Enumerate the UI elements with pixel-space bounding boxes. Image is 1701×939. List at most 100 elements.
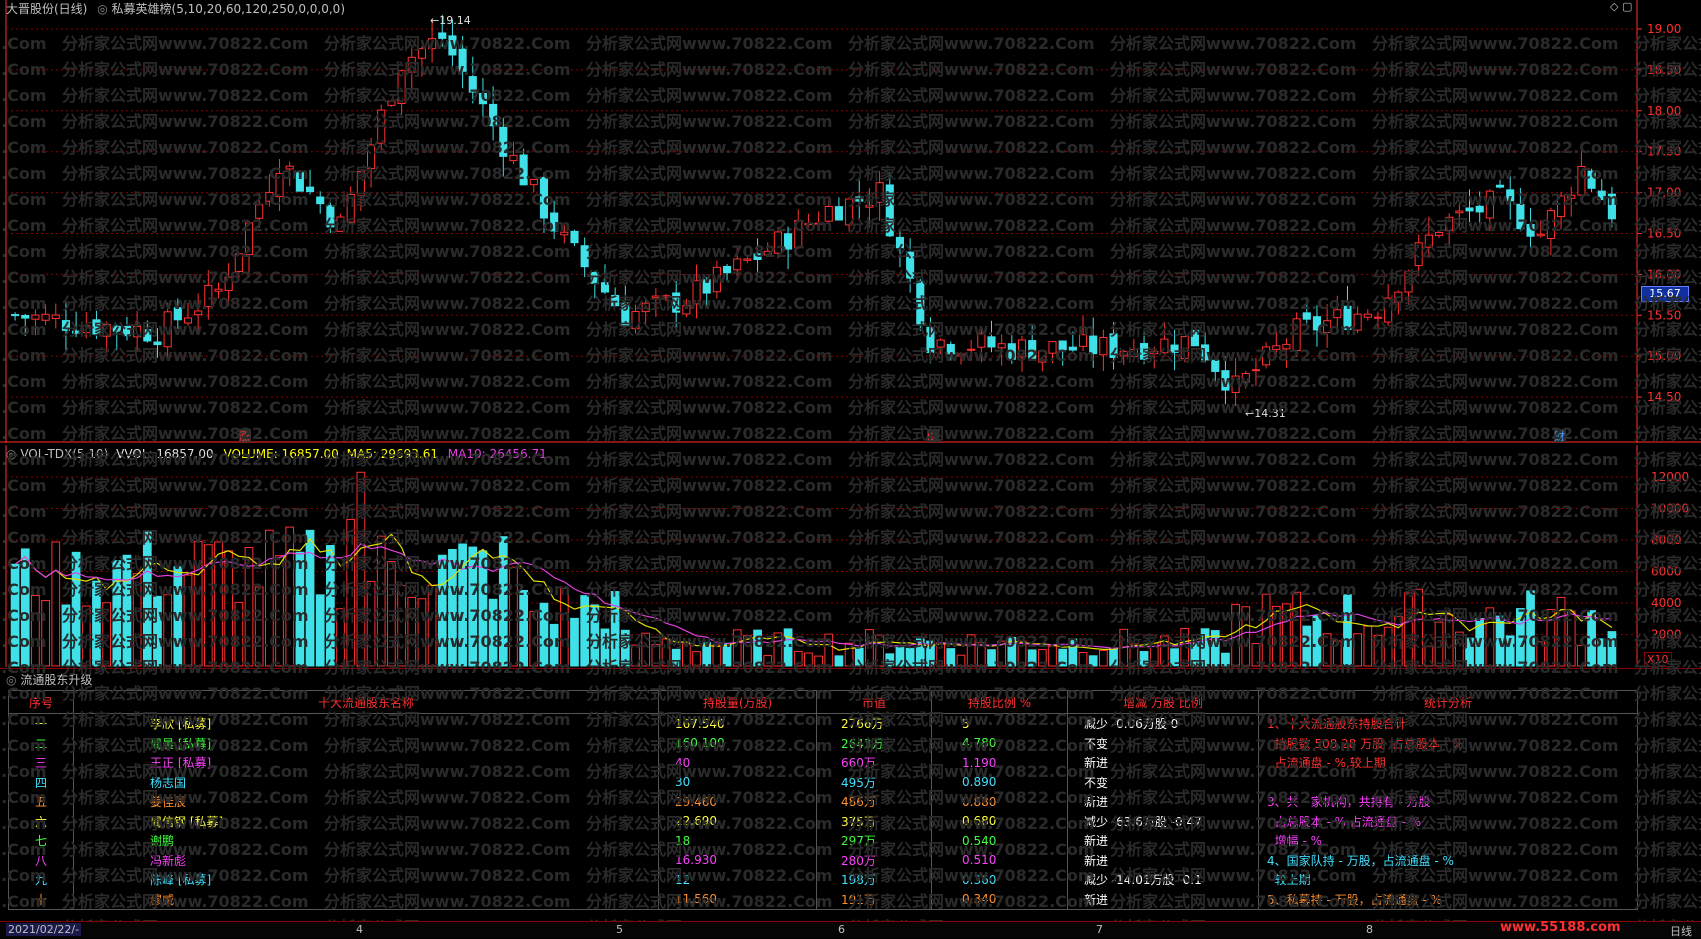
cell-value: 297万: [816, 831, 932, 851]
stock-title: 大晋股份(日线): [6, 2, 88, 16]
collapse-icon[interactable]: ◎: [6, 673, 16, 687]
ma5-value: MA5: 29693.61: [346, 447, 438, 461]
volume-panel[interactable]: 12000 10000 8000 6000 4000 2000 ◎ VOL-TDX(5,1…: [0, 445, 1701, 667]
volume-bar: [804, 652, 813, 667]
cell-no: 七: [8, 831, 74, 851]
volume-bar: [763, 655, 773, 667]
volume-bar: [10, 563, 20, 667]
volume-bar: [1302, 625, 1312, 667]
volume-bar: [895, 647, 905, 667]
volume-bar: [1566, 610, 1576, 667]
cell-change: 新进: [1067, 889, 1259, 910]
volume-bar: [427, 584, 437, 667]
col-header: 持股比例 %: [931, 690, 1068, 714]
volume-bar: [315, 594, 325, 667]
holders-title: 流通股东升级: [20, 673, 93, 687]
site-logo: www.55188.com: [1500, 920, 1621, 935]
cell-no: 三: [8, 753, 74, 773]
month-label: 8: [1366, 923, 1373, 936]
cell-name: 谢鹏: [73, 831, 659, 851]
volume-bar: [437, 554, 447, 667]
cell-ratio: 0.880: [931, 792, 1068, 812]
volume-bar: [844, 642, 854, 667]
volume-bar: [254, 586, 264, 667]
table-row[interactable]: 七谢鹏 18 297万 0.540 新进 增幅 - %: [8, 831, 1638, 851]
volume-bar: [966, 634, 976, 667]
volume-bar: [458, 543, 467, 667]
cell-change: 新进: [1067, 831, 1259, 851]
volume-bar: [1312, 615, 1322, 667]
cell-value: 2643万: [816, 733, 932, 753]
table-row[interactable]: 二周晨 [私募] 160.100 2643万 4.780 不变 持股数 508.28 万…: [8, 733, 1638, 753]
volume-bar: [732, 629, 742, 667]
cell-no: 十: [8, 889, 74, 910]
volume-bar: [1200, 628, 1210, 667]
volume-bar: [1027, 649, 1037, 667]
volume-bar: [153, 595, 162, 667]
volume-bar: [1251, 643, 1261, 667]
volume-bar: [173, 566, 183, 667]
window-controls-icon[interactable]: ◇ ▢: [1610, 0, 1632, 13]
cell-value: 495万: [816, 772, 932, 792]
cell-no: 一: [8, 713, 74, 734]
volume-bar: [1556, 596, 1566, 667]
volume-bar: [946, 648, 956, 667]
table-row[interactable]: 六周信钢 [私募] 22.690 375万 0.680 减少 -63.6万股 -0.47…: [8, 811, 1638, 831]
table-row[interactable]: 八冯新彪 16.930 280万 0.510 新进 4、国家队持 - 万股，占流通盘 - …: [8, 850, 1638, 870]
time-axis-bar[interactable]: 2021/02/22/- 4 5 6 7 8 www.55188.com 日线: [0, 920, 1701, 938]
month-label: 7: [1096, 923, 1103, 936]
volume-bar: [1577, 644, 1586, 667]
collapse-icon[interactable]: ◎: [6, 447, 16, 461]
volume-bar: [1139, 651, 1149, 667]
volume-bar: [1373, 634, 1383, 667]
indicator-icon: ◎: [97, 2, 108, 16]
cell-name: 周晨 [私募]: [73, 733, 659, 753]
low-label: ←14.31: [1245, 407, 1286, 420]
cell-name: 陈峰 [私募]: [73, 870, 659, 890]
volume-bar: [468, 546, 478, 667]
cell-ratio: 0.540: [931, 831, 1068, 851]
cell-change: 减少 -0.06万股 0: [1067, 713, 1259, 734]
cell-no: 六: [8, 811, 74, 831]
volume-bar: [1404, 592, 1413, 667]
table-row[interactable]: 十穆威 11.560 191万 0.340 新进 5、私募持 - 万股，占流通盘 - %: [8, 889, 1638, 910]
table-row[interactable]: 九陈峰 [私募] 12 198万 0.360 减少 -14.01万股 -0.1 较上期: [8, 870, 1638, 890]
volume-chart[interactable]: 12000 10000 8000 6000 4000 2000: [0, 445, 1701, 667]
holders-table: 序号 十大流通股东名称 持股量(万股) 市值 持股比例 % 增减 万股 比例 统…: [8, 690, 1638, 910]
volume-bar: [356, 471, 366, 667]
volume-bar: [305, 529, 315, 667]
table-row[interactable]: 三王正 [私募] 40 660万 1.190 新进 占流通盘 - %,较上期: [8, 753, 1638, 773]
cell-name: 冯新彪: [73, 850, 659, 870]
volume-bar: [1414, 588, 1424, 667]
volume-bar: [936, 642, 946, 667]
vol-tick-label: 10000: [1651, 502, 1689, 516]
cell-name: 王正 [私募]: [73, 753, 659, 773]
volume-bar: [51, 541, 61, 667]
volume-bar: [61, 604, 71, 667]
table-row[interactable]: 五姜佳辰 29.460 486万 0.880 新进 3、共 - 家机构，共持有 - 万股: [8, 792, 1638, 812]
volume-bar: [519, 589, 528, 667]
volume-bar: [1353, 633, 1363, 667]
price-tick-label: 17.00: [1647, 186, 1681, 200]
volume-bar: [275, 555, 284, 667]
table-row[interactable]: 四杨志国 30 495万 0.890 不变: [8, 772, 1638, 792]
cell-qty: 40: [658, 753, 817, 773]
col-header: 序号: [8, 690, 74, 714]
table-header: 序号 十大流通股东名称 持股量(万股) 市值 持股比例 % 增减 万股 比例 统…: [8, 690, 1638, 714]
candle: [1292, 312, 1301, 357]
volume-bar: [1465, 637, 1474, 667]
volume-bar: [539, 602, 549, 667]
analysis-line: 1、十大流通股东持股合计: [1258, 713, 1638, 734]
volume-bar: [1180, 628, 1190, 667]
volume-value: VOLUME: 16857.00: [223, 447, 339, 461]
volume-bar: [692, 651, 701, 667]
table-row[interactable]: 一李欣 [私募] 167.540 2766万 5 减少 -0.06万股 0 1、十大流通股…: [8, 713, 1638, 734]
cell-name: 穆威: [73, 889, 659, 910]
price-panel[interactable]: 19.00 18.50 18.00 17.50 17.00 16.50 16.00 15.50…: [0, 0, 1701, 443]
volume-bar: [285, 526, 295, 667]
volume-bar: [1241, 606, 1251, 667]
volume-bar: [488, 598, 498, 667]
col-header: 统计分析: [1258, 690, 1638, 714]
candlestick-chart[interactable]: 19.00 18.50 18.00 17.50 17.00 16.50 16.00 15.50…: [0, 0, 1701, 443]
volume-bar: [1261, 593, 1271, 667]
